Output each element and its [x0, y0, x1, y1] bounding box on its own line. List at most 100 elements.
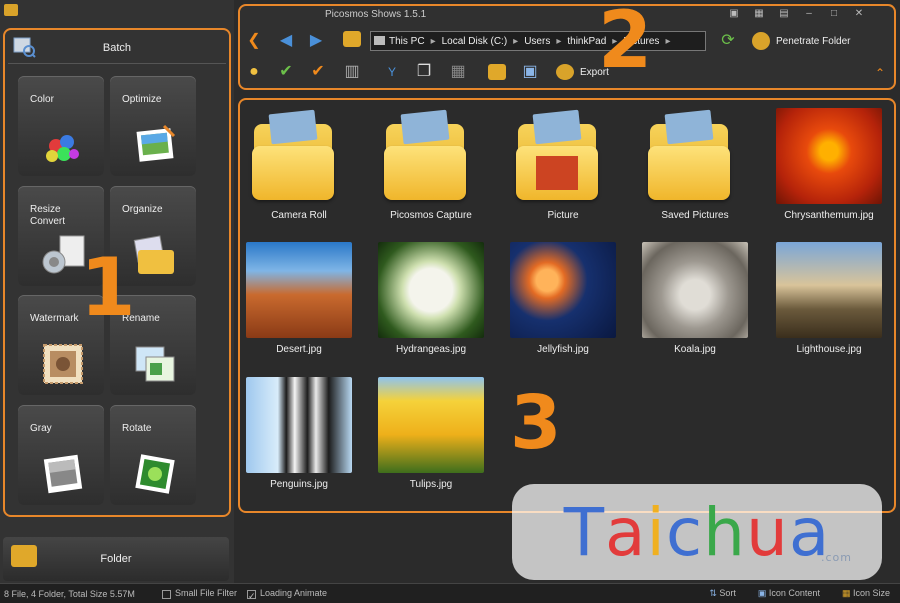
- nav-forward-icon[interactable]: ▶: [306, 31, 326, 51]
- check-icon[interactable]: ✔: [308, 62, 328, 82]
- folder-item-picture[interactable]: Picture: [508, 108, 618, 221]
- batch-label: Batch: [102, 41, 132, 54]
- image-thumbnail: [246, 377, 352, 473]
- image-item-lighthouse[interactable]: Lighthouse.jpg: [774, 242, 884, 355]
- breadcrumb-item-users[interactable]: Users: [524, 36, 550, 47]
- user-icon[interactable]: ●: [244, 62, 264, 82]
- settings-icon[interactable]: ▦: [753, 8, 765, 20]
- watermark-logo: Taichua .com: [512, 484, 882, 580]
- color-circles-icon: [46, 135, 79, 162]
- folder-item-camera-roll[interactable]: Camera Roll: [244, 108, 354, 221]
- organize-folder-icon: [133, 235, 174, 274]
- image-item-tulips[interactable]: Tulips.jpg: [376, 377, 486, 490]
- image-thumbnail: [246, 242, 352, 338]
- item-name: Koala.jpg: [674, 344, 716, 355]
- breadcrumb-separator: ▸: [513, 35, 519, 47]
- folder-icon: [378, 108, 484, 204]
- optimize-photo-icon: [136, 124, 176, 162]
- breadcrumb-item-disk[interactable]: Local Disk (C:): [442, 36, 508, 47]
- small-file-filter-label: Small File Filter: [175, 588, 238, 599]
- tool-gray-label: Gray: [30, 423, 52, 434]
- annotation-number-1: 1: [80, 241, 136, 334]
- folder-label: Folder: [100, 553, 132, 565]
- folder-photo-icon: [510, 108, 616, 204]
- gray-photo-icon: [43, 454, 83, 494]
- folder-item-picosmos-capture[interactable]: Picosmos Capture: [376, 108, 486, 221]
- breadcrumb-separator: ▸: [556, 35, 562, 47]
- loading-animate-label: Loading Animate: [260, 588, 328, 599]
- sort-icon: ⇅: [709, 588, 720, 598]
- small-file-filter-checkbox[interactable]: Small File Filter: [162, 588, 238, 599]
- view-icon[interactable]: ▣: [520, 62, 540, 82]
- collapse-chevron-icon[interactable]: ⌃: [875, 66, 885, 80]
- image-item-hydrangeas[interactable]: Hydrangeas.jpg: [376, 242, 486, 355]
- delete-icon[interactable]: ▥: [342, 62, 362, 82]
- image-item-jellyfish[interactable]: Jellyfish.jpg: [508, 242, 618, 355]
- folder-icon: [642, 108, 748, 204]
- icon-content-label: Icon Content: [768, 588, 820, 598]
- tool-gray-button[interactable]: Gray: [18, 405, 104, 505]
- tool-rotate-button[interactable]: Rotate: [110, 405, 196, 505]
- nav-back-icon[interactable]: ◀: [276, 31, 296, 51]
- back-arrow-icon[interactable]: ❮: [244, 31, 264, 51]
- folder-icon: [11, 545, 37, 567]
- app-icon: [4, 4, 18, 16]
- image-item-chrysanthemum[interactable]: Chrysanthemum.jpg: [774, 108, 884, 221]
- image-item-penguins[interactable]: Penguins.jpg: [244, 377, 354, 490]
- tool-resize-convert-label: Resize Convert: [30, 204, 66, 227]
- copy-icon[interactable]: ❐: [414, 62, 434, 82]
- check-all-icon[interactable]: ✔: [276, 62, 296, 82]
- item-name: Desert.jpg: [276, 344, 322, 355]
- refresh-icon[interactable]: ⟳: [718, 31, 738, 51]
- penetrate-folder-label: Penetrate Folder: [776, 35, 851, 47]
- watermark-stamp-icon: [43, 344, 83, 384]
- sort-label: Sort: [719, 588, 736, 598]
- close-button[interactable]: ✕: [853, 8, 865, 20]
- image-thumbnail: [378, 377, 484, 473]
- sort-button[interactable]: ⇅ Sort: [709, 588, 736, 599]
- new-folder-icon[interactable]: [488, 64, 506, 80]
- open-folder-icon[interactable]: [343, 31, 361, 47]
- filter-icon[interactable]: Y: [382, 62, 402, 82]
- tool-optimize-button[interactable]: Optimize: [110, 76, 196, 176]
- item-name: Jellyfish.jpg: [537, 344, 589, 355]
- breadcrumb-separator: ▸: [430, 35, 436, 47]
- item-name: Picture: [547, 210, 579, 221]
- image-thumbnail: [642, 242, 748, 338]
- loading-animate-checkbox[interactable]: ✓ Loading Animate: [247, 588, 328, 601]
- folder-icon: [246, 108, 352, 204]
- menu-icon[interactable]: ▤: [778, 8, 790, 20]
- penetrate-folder-button[interactable]: Penetrate Folder: [752, 32, 851, 50]
- item-name: Penguins.jpg: [270, 479, 328, 490]
- image-item-desert[interactable]: Desert.jpg: [244, 242, 354, 355]
- item-name: Tulips.jpg: [409, 479, 453, 490]
- status-bar: 8 File, 4 Folder, Total Size 5.57M Small…: [0, 583, 900, 603]
- skin-icon[interactable]: ▣: [728, 8, 740, 20]
- minimize-button[interactable]: –: [803, 8, 815, 20]
- image-item-koala[interactable]: Koala.jpg: [640, 242, 750, 355]
- computer-icon: [374, 36, 385, 45]
- watermark-suffix: .com: [821, 551, 852, 564]
- item-name: Chrysanthemum.jpg: [784, 210, 874, 221]
- icon-content-button[interactable]: ▣ Icon Content: [758, 588, 820, 599]
- window-controls: ▣ ▦ ▤ – □ ✕: [728, 8, 865, 20]
- item-name: Lighthouse.jpg: [796, 344, 862, 355]
- breadcrumb[interactable]: This PC ▸ Local Disk (C:) ▸ Users ▸ thinkPa…: [370, 31, 706, 51]
- image-thumbnail: [510, 242, 616, 338]
- batch-icon: [13, 37, 36, 58]
- icon-content-icon: ▣: [757, 588, 769, 598]
- batch-header[interactable]: Batch: [8, 32, 226, 64]
- export-icon[interactable]: [556, 64, 574, 80]
- breadcrumb-separator: ▸: [665, 35, 671, 47]
- checkbox-icon: ✓: [247, 589, 257, 601]
- folder-button[interactable]: Folder: [3, 537, 229, 581]
- window-title: Picosmos Shows 1.5.1: [325, 9, 427, 20]
- maximize-button[interactable]: □: [828, 8, 840, 20]
- annotation-number-2: 2: [598, 0, 653, 86]
- breadcrumb-item-pc[interactable]: This PC: [389, 36, 425, 47]
- paste-icon[interactable]: ▦: [448, 62, 468, 82]
- tool-color-button[interactable]: Color: [18, 76, 104, 176]
- rotate-photo-icon: [135, 454, 175, 494]
- icon-size-button[interactable]: ▦ Icon Size: [842, 588, 890, 599]
- folder-item-saved-pictures[interactable]: Saved Pictures: [640, 108, 750, 221]
